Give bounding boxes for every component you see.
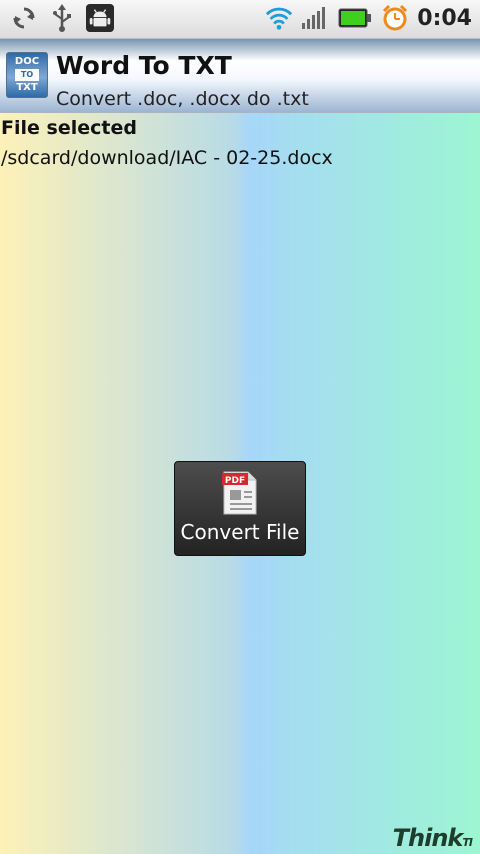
status-time: 0:04 xyxy=(417,5,472,31)
signal-icon xyxy=(301,4,329,32)
app-logo-text-doc: DOC xyxy=(14,56,40,67)
alarm-icon xyxy=(381,4,409,32)
wifi-icon xyxy=(265,4,293,32)
debug-android-icon xyxy=(86,4,114,32)
sync-icon xyxy=(10,4,38,32)
main-content: File selected /sdcard/download/IAC - 02-… xyxy=(0,113,480,854)
brand-text: Think xyxy=(392,824,464,852)
battery-icon xyxy=(337,4,373,32)
convert-file-button[interactable]: PDF Convert File xyxy=(174,461,306,556)
brand-logo: ThinkTI xyxy=(392,824,473,852)
pdf-document-icon: PDF xyxy=(222,471,257,515)
status-left-icons xyxy=(10,4,114,32)
app-logo-text-txt: TXT xyxy=(16,82,38,93)
file-path-text: /sdcard/download/IAC - 02-25.docx xyxy=(1,147,333,169)
status-bar: 0:04 xyxy=(0,0,480,39)
app-subtitle: Convert .doc, .docx do .txt xyxy=(56,88,309,110)
app-title-bar: DOC TO TXT Word To TXT Convert .doc, .do… xyxy=(0,39,480,113)
status-right-icons: 0:04 xyxy=(265,4,472,32)
app-title: Word To TXT xyxy=(56,51,232,80)
file-selected-label: File selected xyxy=(1,117,137,139)
pdf-icon-text: PDF xyxy=(225,476,245,486)
app-logo-text-to: TO xyxy=(15,69,39,81)
usb-icon xyxy=(48,4,76,32)
brand-suffix: TI xyxy=(462,836,473,849)
convert-file-label: Convert File xyxy=(180,520,300,544)
app-logo-icon: DOC TO TXT xyxy=(6,52,48,98)
